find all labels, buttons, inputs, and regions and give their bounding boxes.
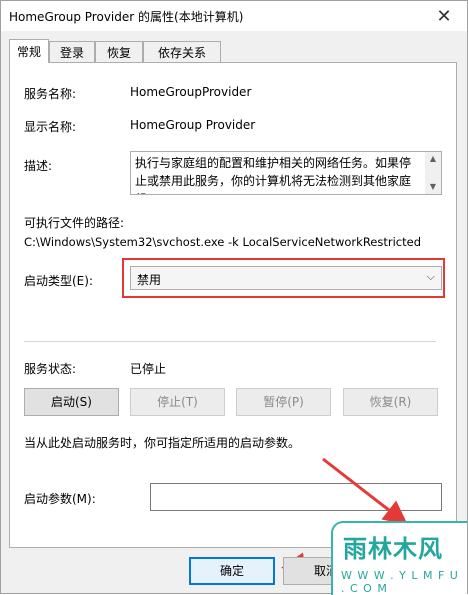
properties-dialog: HomeGroup Provider 的属性(本地计算机) ✕ 常规 登录 恢复…	[0, 0, 468, 595]
watermark-url: W W W . Y L M F U . C O M	[341, 569, 459, 595]
ok-button[interactable]: 确定	[189, 557, 275, 585]
tab-general[interactable]: 常规	[9, 39, 49, 63]
arrow-to-watermark	[322, 457, 408, 525]
annotation-arrows	[281, 457, 408, 577]
watermark-logo: 雨林木风 W W W . Y L M F U . C O M	[331, 521, 467, 595]
watermark-main-text: 雨林木风	[343, 535, 443, 563]
